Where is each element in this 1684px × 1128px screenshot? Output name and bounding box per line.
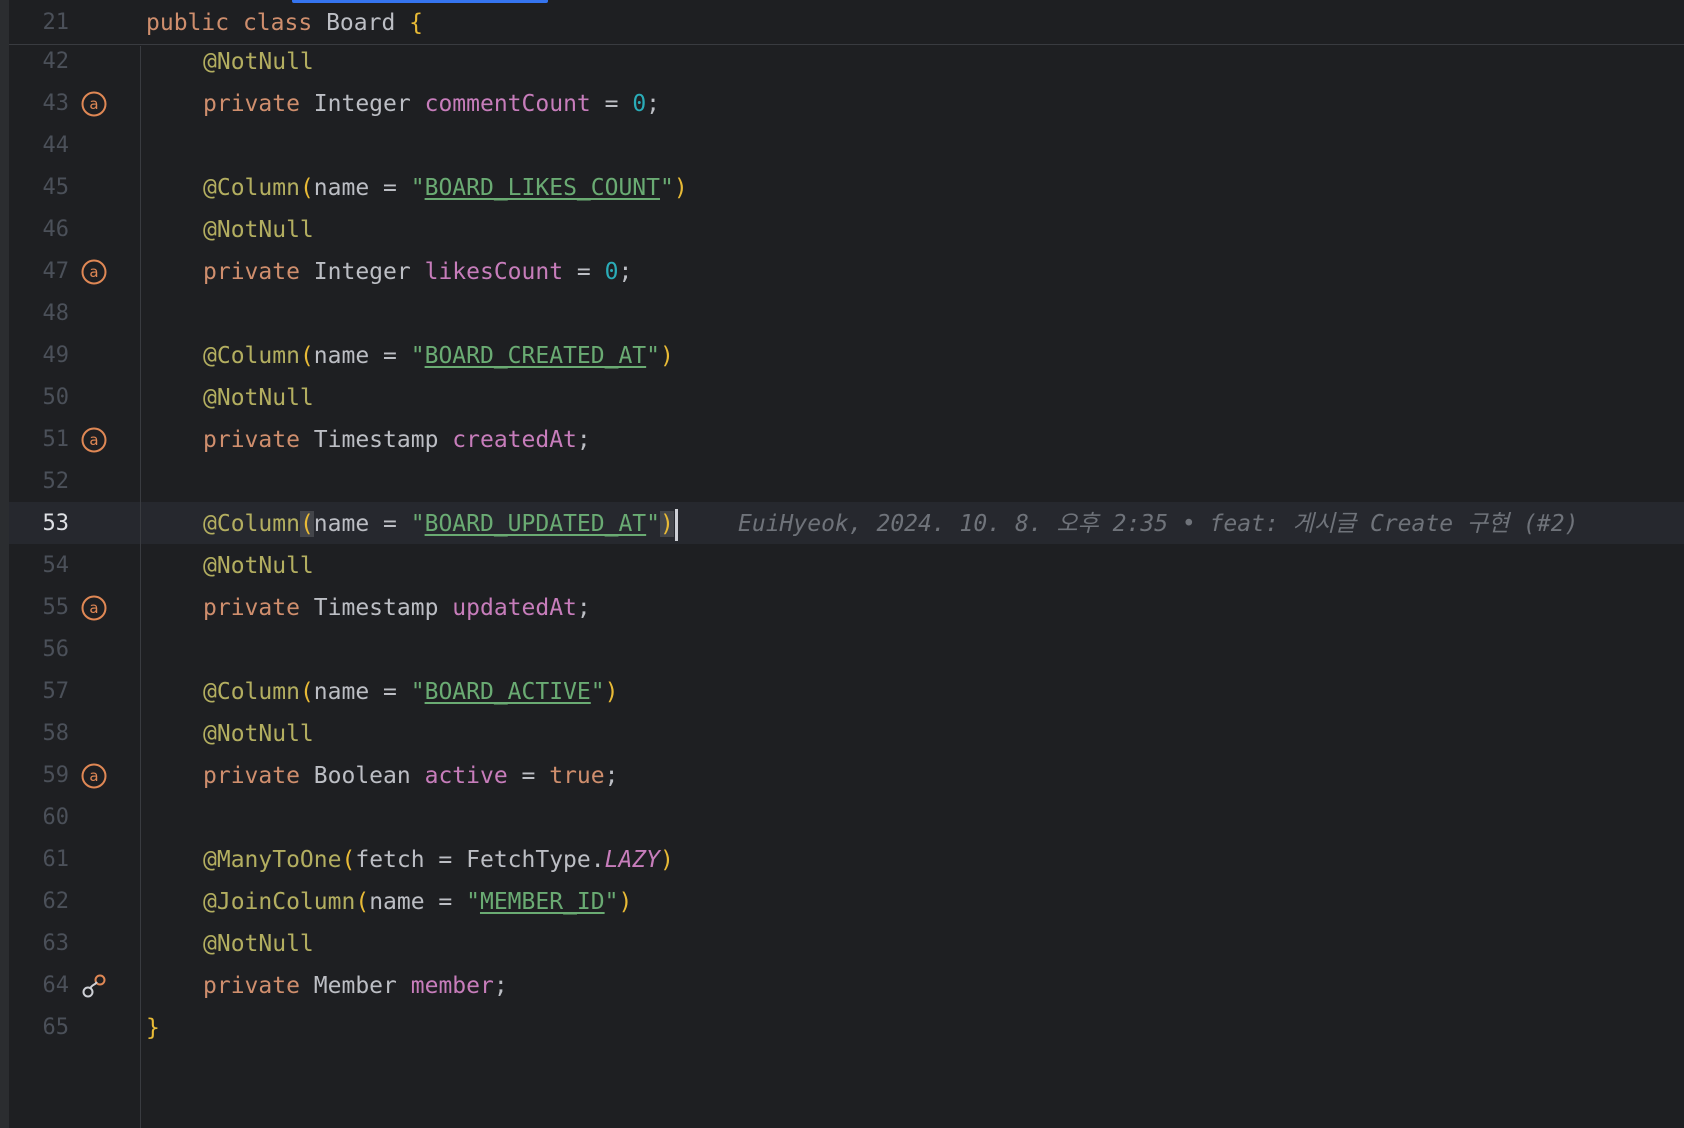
code-line[interactable]: 51 a private Timestamp createdAt; bbox=[0, 419, 1684, 461]
line-number[interactable]: 49 bbox=[9, 335, 70, 377]
line-number[interactable]: 57 bbox=[9, 671, 70, 713]
line-number[interactable]: 53 bbox=[9, 503, 70, 545]
line-number[interactable]: 51 bbox=[9, 419, 70, 461]
code-line[interactable]: 42 @NotNull bbox=[0, 41, 1684, 83]
code-line[interactable]: 45 @Column(name = "BOARD_LIKES_COUNT") bbox=[0, 167, 1684, 209]
code-editor[interactable]: 21 public class Board { 42 @NotNull 43 a… bbox=[0, 0, 1684, 1128]
code-line[interactable]: 55 a private Timestamp updatedAt; bbox=[0, 587, 1684, 629]
line-number[interactable]: 55 bbox=[9, 587, 70, 629]
code-line[interactable]: 43 a private Integer commentCount = 0; bbox=[0, 83, 1684, 125]
code-line[interactable]: 64 private Member member; bbox=[0, 965, 1684, 1007]
line-number[interactable]: 46 bbox=[9, 209, 70, 251]
code-line[interactable]: 47 a private Integer likesCount = 0; bbox=[0, 251, 1684, 293]
at-sign-icon[interactable]: a bbox=[81, 91, 107, 117]
svg-text:a: a bbox=[89, 767, 98, 785]
code-text[interactable]: private Integer likesCount = 0; bbox=[146, 251, 632, 293]
code-text[interactable]: private Member member; bbox=[146, 965, 508, 1007]
line-number[interactable]: 50 bbox=[9, 377, 70, 419]
git-blame-annotation[interactable]: EuiHyeok, 2024. 10. 8. 오후 2:35 • feat: 게… bbox=[738, 503, 1578, 545]
svg-text:a: a bbox=[89, 599, 98, 617]
at-sign-icon[interactable]: a bbox=[81, 427, 107, 453]
code-line[interactable]: 54 @NotNull bbox=[0, 545, 1684, 587]
line-number[interactable]: 58 bbox=[9, 713, 70, 755]
line-number[interactable]: 63 bbox=[9, 923, 70, 965]
at-sign-icon[interactable]: a bbox=[81, 763, 107, 789]
code-text[interactable]: @NotNull bbox=[146, 377, 314, 419]
code-text[interactable]: private Boolean active = true; bbox=[146, 755, 618, 797]
code-text[interactable]: private Timestamp updatedAt; bbox=[146, 587, 591, 629]
line-number[interactable]: 44 bbox=[9, 125, 70, 167]
code-line[interactable]: 60 bbox=[0, 797, 1684, 839]
code-line[interactable]: 62 @JoinColumn(name = "MEMBER_ID") bbox=[0, 881, 1684, 923]
at-sign-icon[interactable]: a bbox=[81, 595, 107, 621]
line-number[interactable]: 60 bbox=[9, 797, 70, 839]
code-text[interactable]: } bbox=[146, 1007, 160, 1049]
code-text[interactable]: @NotNull bbox=[146, 41, 314, 83]
code-line[interactable]: 65 } bbox=[0, 1007, 1684, 1049]
code-line[interactable]: 58 @NotNull bbox=[0, 713, 1684, 755]
code-line[interactable]: 50 @NotNull bbox=[0, 377, 1684, 419]
code-text[interactable]: @Column(name = "BOARD_LIKES_COUNT") bbox=[146, 167, 688, 209]
code-line-current[interactable]: 53 @Column(name = "BOARD_UPDATED_AT") Eu… bbox=[0, 503, 1684, 545]
code-text[interactable]: @ManyToOne(fetch = FetchType.LAZY) bbox=[146, 839, 674, 881]
code-text[interactable]: private Integer commentCount = 0; bbox=[146, 83, 660, 125]
code-text[interactable]: @NotNull bbox=[146, 545, 314, 587]
code-line[interactable]: 57 @Column(name = "BOARD_ACTIVE") bbox=[0, 671, 1684, 713]
code-text[interactable]: @Column(name = "BOARD_ACTIVE") bbox=[146, 671, 618, 713]
code-text[interactable]: @NotNull bbox=[146, 713, 314, 755]
line-number[interactable]: 56 bbox=[9, 629, 70, 671]
entity-relation-icon[interactable] bbox=[81, 973, 107, 999]
line-number[interactable]: 43 bbox=[9, 83, 70, 125]
string-reference-link[interactable]: BOARD_CREATED_AT bbox=[425, 343, 647, 369]
line-number[interactable]: 54 bbox=[9, 545, 70, 587]
code-line[interactable]: 48 bbox=[0, 293, 1684, 335]
code-line[interactable]: 44 bbox=[0, 125, 1684, 167]
code-line[interactable]: 49 @Column(name = "BOARD_CREATED_AT") bbox=[0, 335, 1684, 377]
string-reference-link[interactable]: BOARD_LIKES_COUNT bbox=[425, 175, 660, 201]
string-reference-link[interactable]: BOARD_UPDATED_AT bbox=[425, 511, 647, 537]
at-sign-icon[interactable]: a bbox=[81, 259, 107, 285]
code-line[interactable]: 63 @NotNull bbox=[0, 923, 1684, 965]
code-text[interactable]: @Column(name = "BOARD_UPDATED_AT") bbox=[146, 503, 678, 545]
code-text[interactable]: private Timestamp createdAt; bbox=[146, 419, 591, 461]
code-line[interactable]: 56 bbox=[0, 629, 1684, 671]
code-line[interactable]: 61 @ManyToOne(fetch = FetchType.LAZY) bbox=[0, 839, 1684, 881]
svg-text:a: a bbox=[89, 263, 98, 281]
code-text[interactable]: @NotNull bbox=[146, 209, 314, 251]
line-number[interactable]: 61 bbox=[9, 839, 70, 881]
string-reference-link[interactable]: BOARD_ACTIVE bbox=[425, 679, 591, 705]
line-number[interactable]: 64 bbox=[9, 965, 70, 1007]
line-number[interactable]: 62 bbox=[9, 881, 70, 923]
svg-text:a: a bbox=[89, 431, 98, 449]
code-line[interactable]: 59 a private Boolean active = true; bbox=[0, 755, 1684, 797]
line-number[interactable]: 45 bbox=[9, 167, 70, 209]
line-number[interactable]: 52 bbox=[9, 461, 70, 503]
code-text[interactable]: @Column(name = "BOARD_CREATED_AT") bbox=[146, 335, 674, 377]
code-line[interactable]: 52 bbox=[0, 461, 1684, 503]
line-number[interactable]: 47 bbox=[9, 251, 70, 293]
code-text[interactable]: @NotNull bbox=[146, 923, 314, 965]
matched-paren: ) bbox=[660, 511, 674, 537]
code-text[interactable]: public class Board { bbox=[146, 2, 423, 44]
line-number[interactable]: 21 bbox=[9, 2, 70, 44]
string-reference-link[interactable]: MEMBER_ID bbox=[480, 889, 605, 915]
matched-paren: ( bbox=[299, 511, 314, 537]
line-number[interactable]: 48 bbox=[9, 293, 70, 335]
line-number[interactable]: 65 bbox=[9, 1007, 70, 1049]
code-line[interactable]: 46 @NotNull bbox=[0, 209, 1684, 251]
svg-text:a: a bbox=[89, 95, 98, 113]
line-number[interactable]: 59 bbox=[9, 755, 70, 797]
line-number[interactable]: 42 bbox=[9, 41, 70, 83]
text-caret bbox=[674, 508, 678, 541]
code-text[interactable]: @JoinColumn(name = "MEMBER_ID") bbox=[146, 881, 632, 923]
sticky-line[interactable]: 21 public class Board { bbox=[0, 2, 1684, 44]
